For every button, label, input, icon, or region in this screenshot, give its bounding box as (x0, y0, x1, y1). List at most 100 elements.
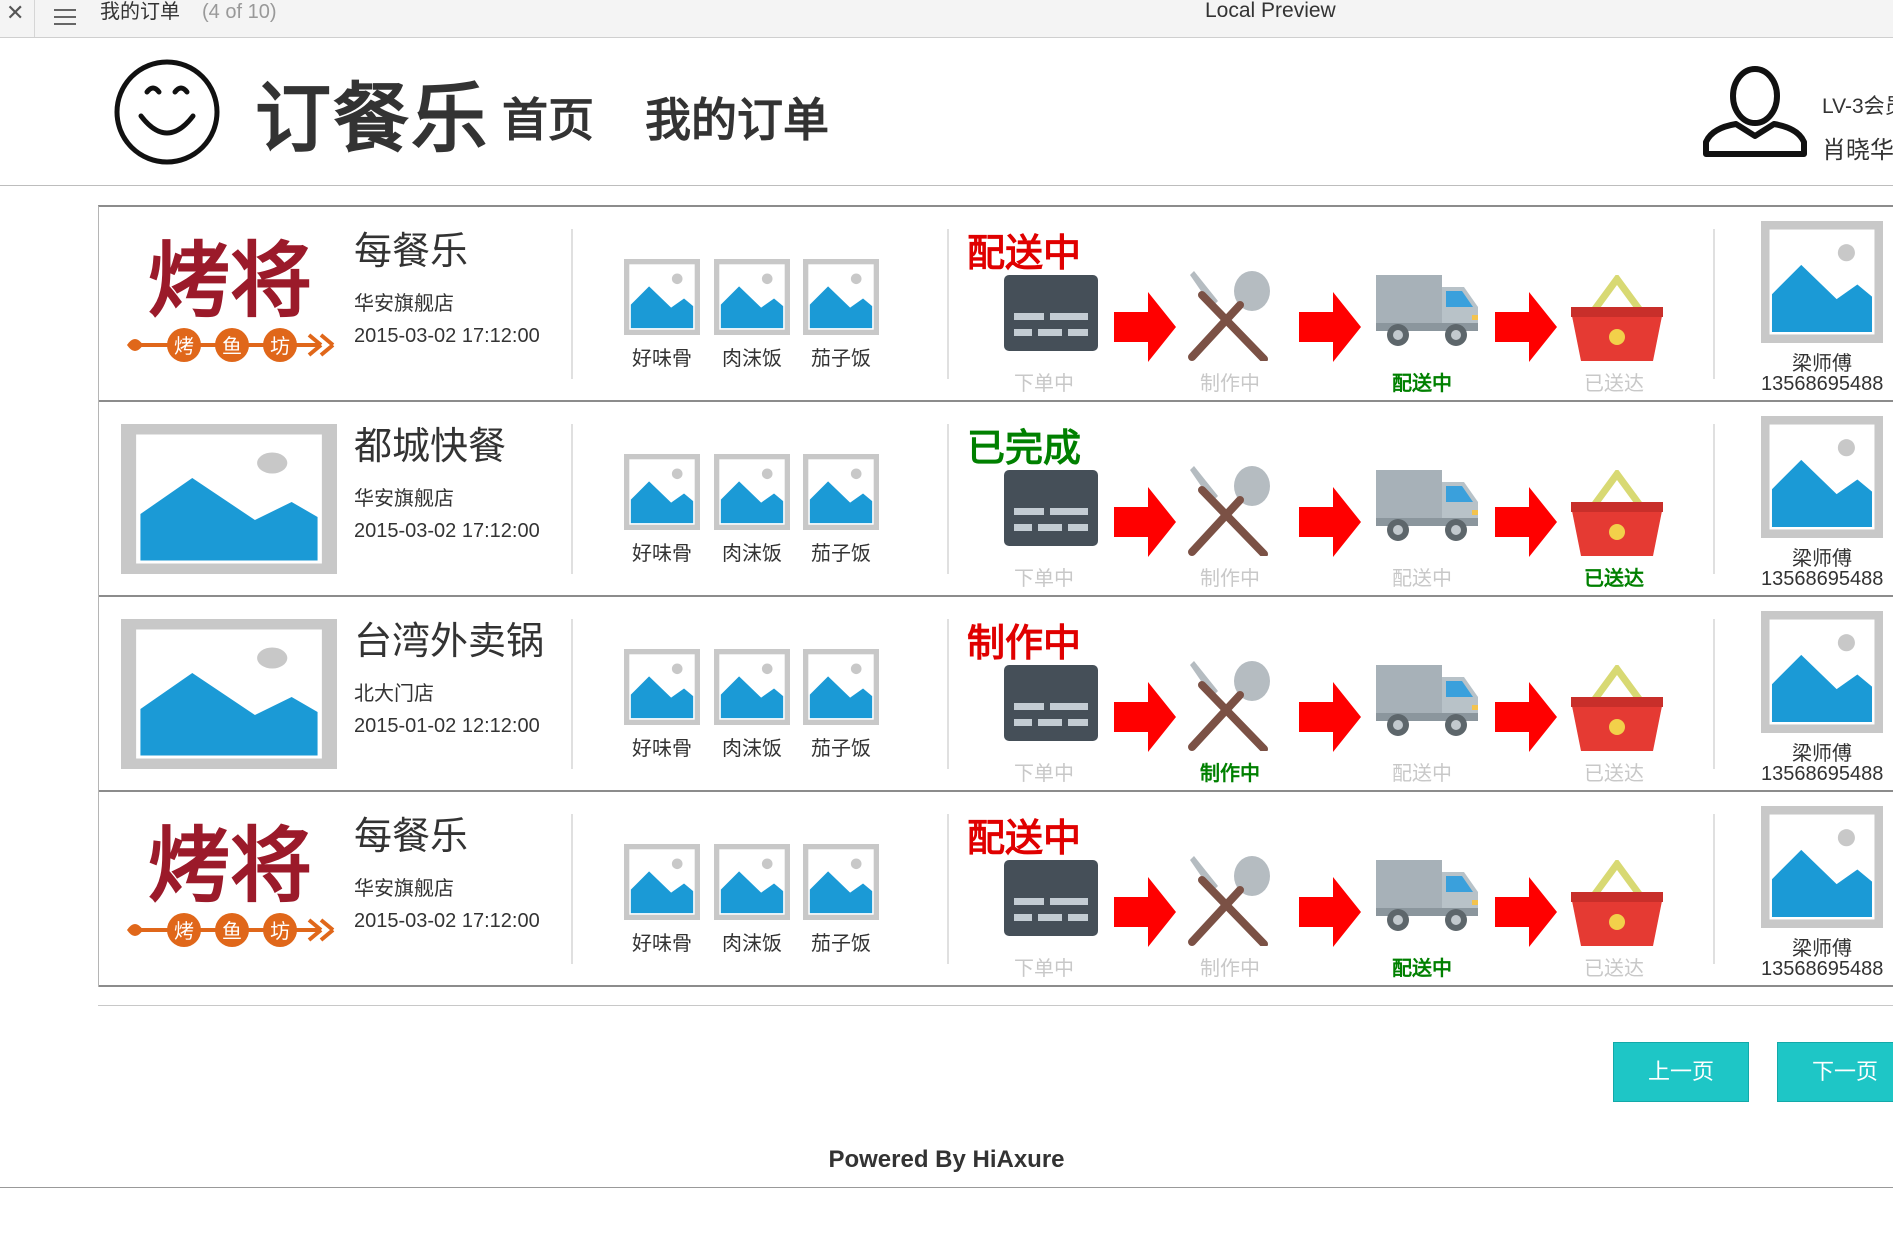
order-status: 配送中 (967, 818, 1082, 860)
dish-item[interactable]: 茄子饭 (803, 454, 879, 566)
shop-branch: 北大门店 (354, 683, 434, 705)
dish-name: 茄子饭 (811, 933, 871, 955)
dish-item[interactable]: 肉沫饭 (714, 649, 790, 761)
dish-item[interactable]: 好味骨 (624, 649, 700, 761)
arrow-right-icon (1495, 487, 1557, 557)
dish-name: 好味骨 (632, 543, 692, 565)
courier-phone[interactable]: 13568695488 (1761, 373, 1883, 396)
dish-item[interactable]: 肉沫饭 (714, 844, 790, 956)
order-placed-icon (1004, 665, 1098, 746)
shop-logo-subtext: 鱼 (222, 919, 242, 943)
column-divider (947, 229, 949, 379)
column-divider (947, 424, 949, 574)
order-placed-icon (1004, 860, 1098, 941)
dish-image-placeholder (624, 649, 700, 725)
courier-name: 梁师傅 (1792, 353, 1852, 375)
dish-image-placeholder (714, 649, 790, 725)
page-count: (4 of 10) (202, 1, 277, 23)
column-divider (571, 229, 573, 379)
dish-name: 好味骨 (632, 738, 692, 760)
courier-name: 梁师傅 (1792, 743, 1852, 765)
arrow-right-icon (1299, 487, 1361, 557)
status-step-label: 制作中 (1200, 568, 1260, 590)
status-step-label: 已送达 (1584, 373, 1644, 395)
menu-icon[interactable] (54, 4, 76, 30)
arrow-right-icon (1299, 877, 1361, 947)
shop-branch: 华安旗舰店 (354, 293, 454, 315)
shop-logo-text: 烤将 (148, 234, 312, 329)
delivery-truck-icon (1376, 470, 1480, 551)
dish-item[interactable]: 茄子饭 (803, 844, 879, 956)
dish-item[interactable]: 好味骨 (624, 259, 700, 371)
dish-image-placeholder (803, 649, 879, 725)
order-row[interactable]: 都城快餐 华安旗舰店 2015-03-02 17:12:00 好味骨 肉沫饭 茄子饭… (99, 402, 1893, 597)
order-row[interactable]: 烤将 烤 鱼 坊 每餐乐 华安旗舰店 2015-03-02 17:12:00 好味骨… (99, 792, 1893, 987)
dish-item[interactable]: 肉沫饭 (714, 454, 790, 566)
prev-page-button[interactable]: 上一页 (1613, 1042, 1749, 1102)
dish-image-placeholder (803, 454, 879, 530)
shop-name[interactable]: 每餐乐 (354, 814, 468, 860)
shop-image-placeholder (121, 619, 337, 769)
shop-logo-subtext: 烤 (174, 334, 194, 358)
shop-logo: 烤将 烤 鱼 坊 (121, 812, 339, 962)
dish-item[interactable]: 茄子饭 (803, 259, 879, 371)
shop-logo: 烤将 烤 鱼 坊 (121, 227, 339, 377)
shop-logo-subtext: 鱼 (222, 334, 242, 358)
courier-phone[interactable]: 13568695488 (1761, 958, 1883, 981)
column-divider (1713, 424, 1715, 574)
dish-item[interactable]: 好味骨 (624, 844, 700, 956)
courier-name: 梁师傅 (1792, 938, 1852, 960)
column-divider (571, 619, 573, 769)
delivered-basket-icon (1567, 468, 1667, 565)
order-row[interactable]: 台湾外卖锅 北大门店 2015-01-02 12:12:00 好味骨 肉沫饭 茄子饭… (99, 597, 1893, 792)
order-status: 制作中 (967, 623, 1082, 665)
cooking-icon (1182, 661, 1272, 756)
close-icon[interactable]: ✕ (6, 0, 24, 26)
status-step-label: 制作中 (1200, 373, 1260, 395)
status-step-label: 已送达 (1584, 763, 1644, 785)
dish-name: 好味骨 (632, 348, 692, 370)
column-divider (947, 619, 949, 769)
status-step-label: 配送中 (1392, 958, 1452, 980)
nav-my-orders[interactable]: 我的订单 (645, 90, 829, 150)
user-name[interactable]: 肖晓华 (1822, 130, 1893, 165)
courier-phone[interactable]: 13568695488 (1761, 763, 1883, 786)
toolbar-divider (34, 0, 35, 37)
dish-image-placeholder (624, 454, 700, 530)
status-step-label: 制作中 (1200, 958, 1260, 980)
preview-toolbar: ✕ 我的订单 (4 of 10) Local Preview (0, 0, 1893, 38)
arrow-right-icon (1495, 292, 1557, 362)
nav-home[interactable]: 首页 (502, 90, 594, 150)
delivered-basket-icon (1567, 663, 1667, 760)
shop-logo-subtext: 坊 (270, 334, 290, 358)
arrow-right-icon (1299, 682, 1361, 752)
next-page-button[interactable]: 下一页 (1777, 1042, 1893, 1102)
dish-name: 茄子饭 (811, 348, 871, 370)
arrow-right-icon (1114, 682, 1176, 752)
dish-item[interactable]: 肉沫饭 (714, 259, 790, 371)
arrow-right-icon (1495, 877, 1557, 947)
user-avatar-icon[interactable] (1700, 66, 1810, 158)
shop-name[interactable]: 都城快餐 (354, 424, 506, 470)
page-title: 我的订单 (100, 1, 180, 23)
cooking-icon (1182, 856, 1272, 951)
user-level: LV-3会员 (1822, 95, 1893, 118)
dish-name: 好味骨 (632, 933, 692, 955)
order-time: 2015-03-02 17:12:00 (354, 520, 540, 542)
dish-item[interactable]: 好味骨 (624, 454, 700, 566)
courier-phone[interactable]: 13568695488 (1761, 568, 1883, 591)
courier-photo-placeholder (1761, 221, 1883, 343)
column-divider (1713, 814, 1715, 964)
status-step-label: 配送中 (1392, 568, 1452, 590)
dish-image-placeholder (714, 454, 790, 530)
dish-item[interactable]: 茄子饭 (803, 649, 879, 761)
arrow-right-icon (1114, 292, 1176, 362)
status-step-label: 下单中 (1014, 568, 1074, 590)
order-row[interactable]: 烤将 烤 鱼 坊 每餐乐 华安旗舰店 2015-03-02 17:12:00 好味骨… (99, 207, 1893, 402)
status-step-label: 下单中 (1014, 763, 1074, 785)
shop-branch: 华安旗舰店 (354, 878, 454, 900)
preview-label: Local Preview (1205, 0, 1336, 22)
order-list: 烤将 烤 鱼 坊 每餐乐 华安旗舰店 2015-03-02 17:12:00 好味骨… (98, 205, 1893, 987)
shop-name[interactable]: 每餐乐 (354, 229, 468, 275)
shop-name[interactable]: 台湾外卖锅 (354, 619, 544, 665)
